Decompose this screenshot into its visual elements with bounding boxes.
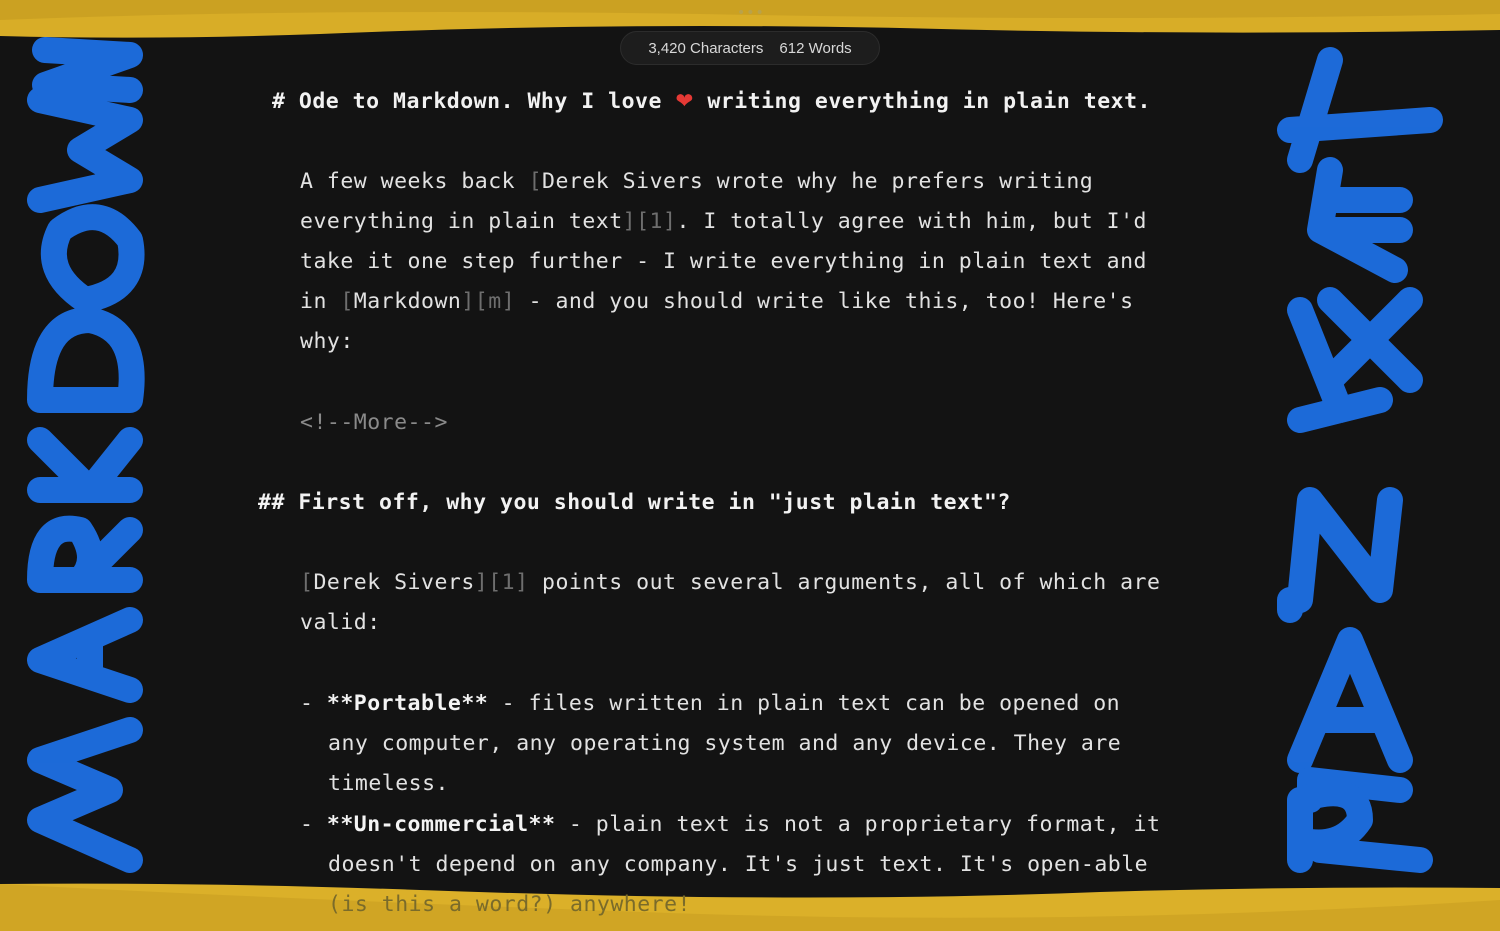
paragraph-line: [Derek Sivers][1] points out several arg… bbox=[300, 570, 1161, 595]
link-reference: ][1] bbox=[474, 570, 529, 595]
heading-marker: # bbox=[272, 89, 286, 114]
list-bullet: - bbox=[300, 691, 327, 716]
list-item-continuation: (is this a word?) anywhere! bbox=[328, 892, 691, 917]
heading-text-rest: writing everything in plain text. bbox=[707, 89, 1151, 114]
html-comment: <!--More--> bbox=[300, 410, 448, 435]
link-reference: ][1] bbox=[622, 209, 677, 234]
list-bullet: - bbox=[300, 812, 327, 837]
link-text[interactable]: Derek Sivers bbox=[313, 570, 474, 595]
heading-1: # Ode to Markdown. Why I love ❤ writing … bbox=[272, 82, 1151, 122]
heading-marker: ## bbox=[258, 490, 285, 515]
link-bracket: [ bbox=[300, 570, 314, 595]
paragraph-line: A few weeks back [Derek Sivers wrote why… bbox=[300, 169, 1094, 194]
paragraph-line: in [Markdown][m] - and you should write … bbox=[300, 289, 1134, 314]
paragraph-line: why: bbox=[300, 329, 354, 354]
list-item-continuation: any computer, any operating system and a… bbox=[328, 731, 1122, 756]
paragraph-line: everything in plain text][1]. I totally … bbox=[300, 209, 1147, 234]
list-item-continuation: timeless. bbox=[328, 771, 449, 796]
heading-text: Ode to Markdown. Why I love bbox=[298, 89, 662, 114]
list-item: - **Un-commercial** - plain text is not … bbox=[300, 812, 1161, 837]
list-item-continuation: doesn't depend on any company. It's just… bbox=[328, 852, 1149, 877]
list-item: - **Portable** - files written in plain … bbox=[300, 691, 1121, 716]
link-bracket: [ bbox=[340, 289, 354, 314]
paragraph-line: valid: bbox=[300, 610, 381, 635]
heart-emoji-icon: ❤ bbox=[675, 89, 694, 114]
link-text[interactable]: everything in plain text bbox=[300, 209, 623, 234]
editor-text-area[interactable]: # Ode to Markdown. Why I love ❤ writing … bbox=[0, 0, 1500, 931]
link-text[interactable]: Derek Sivers wrote why he prefers writin… bbox=[542, 169, 1093, 194]
link-text[interactable]: Markdown bbox=[354, 289, 462, 314]
heading-2: ## First off, why you should write in "j… bbox=[258, 483, 1011, 523]
link-bracket: [ bbox=[528, 169, 543, 194]
bold-term: **Portable** bbox=[326, 691, 489, 716]
bold-term: **Un-commercial** bbox=[326, 812, 556, 837]
heading-text: First off, why you should write in "just… bbox=[298, 490, 1011, 515]
link-reference: ][m] bbox=[461, 289, 516, 314]
paragraph-line: take it one step further - I write every… bbox=[300, 249, 1147, 274]
